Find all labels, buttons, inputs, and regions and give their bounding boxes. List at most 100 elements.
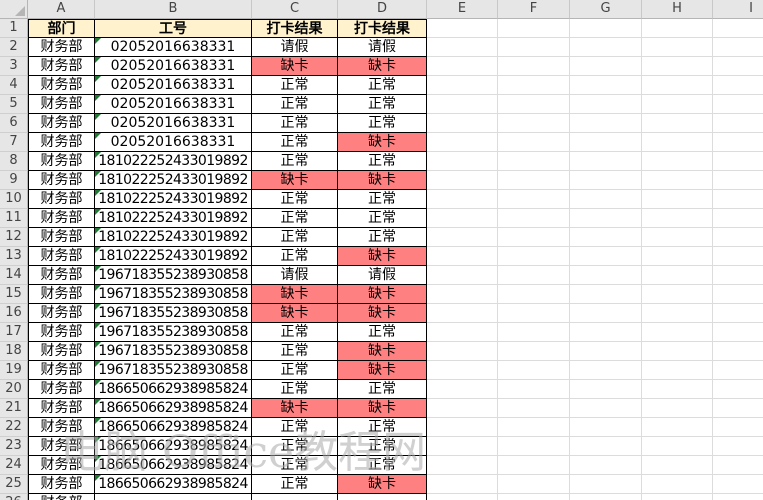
empty-cell[interactable] [498,209,570,228]
punch-result-cell[interactable]: 缺卡 [338,171,427,190]
employee-id-cell[interactable]: 186650662938985824 [95,380,252,399]
empty-cell[interactable] [498,399,570,418]
employee-id-cell[interactable]: 181022252433019892 [95,247,252,266]
punch-result-cell[interactable]: 正常 [338,209,427,228]
employee-id-cell[interactable]: 181022252433019892 [95,152,252,171]
employee-id-cell[interactable]: 181022252433019892 [95,209,252,228]
empty-cell[interactable] [498,285,570,304]
empty-cell[interactable] [570,266,642,285]
empty-cell[interactable] [713,323,763,342]
dept-cell[interactable]: 财务部 [28,304,95,323]
dept-cell[interactable]: 财务部 [28,152,95,171]
row-header-18[interactable]: 18 [0,342,28,361]
punch-result-cell[interactable]: 请假 [338,38,427,57]
empty-cell[interactable] [570,304,642,323]
empty-cell[interactable] [713,266,763,285]
empty-cell[interactable] [427,323,498,342]
empty-cell[interactable] [713,114,763,133]
empty-cell[interactable] [570,380,642,399]
empty-cell[interactable] [570,418,642,437]
employee-id-cell[interactable]: 02052016638331 [95,76,252,95]
row-header-11[interactable]: 11 [0,209,28,228]
empty-cell[interactable] [498,114,570,133]
row-header-12[interactable]: 12 [0,228,28,247]
select-all-button[interactable] [0,0,28,19]
employee-id-cell[interactable]: 181022252433019892 [95,228,252,247]
empty-cell[interactable] [427,494,498,500]
empty-cell[interactable] [570,285,642,304]
column-header-d[interactable]: D [338,0,427,19]
empty-cell[interactable] [642,266,713,285]
empty-cell[interactable] [427,475,498,494]
punch-result-cell[interactable]: 正常 [338,95,427,114]
empty-cell[interactable] [498,190,570,209]
empty-cell[interactable] [642,152,713,171]
empty-cell[interactable] [498,323,570,342]
punch-result-cell[interactable]: 正常 [338,190,427,209]
empty-cell[interactable] [642,19,713,38]
empty-cell[interactable] [427,247,498,266]
empty-cell[interactable] [498,247,570,266]
empty-cell[interactable] [713,228,763,247]
dept-cell[interactable]: 财务部 [28,399,95,418]
empty-cell[interactable] [642,190,713,209]
punch-result-cell[interactable]: 正常 [252,152,338,171]
punch-result-cell[interactable]: 正常 [252,209,338,228]
row-header-20[interactable]: 20 [0,380,28,399]
empty-cell[interactable] [570,247,642,266]
row-header-8[interactable]: 8 [0,152,28,171]
empty-cell[interactable] [713,133,763,152]
empty-cell[interactable] [642,323,713,342]
empty-cell[interactable] [498,171,570,190]
column-header-e[interactable]: E [427,0,498,19]
row-header-24[interactable]: 24 [0,456,28,475]
empty-cell[interactable] [427,76,498,95]
empty-cell[interactable] [498,152,570,171]
empty-cell[interactable] [713,399,763,418]
empty-cell[interactable] [570,57,642,76]
empty-cell[interactable] [498,76,570,95]
punch-result-cell[interactable]: 缺卡 [338,342,427,361]
punch-result-cell[interactable]: 正常 [252,95,338,114]
employee-id-cell[interactable]: 02052016638331 [95,95,252,114]
row-header-26[interactable]: 26 [0,494,28,500]
empty-cell[interactable] [713,285,763,304]
empty-cell[interactable] [498,437,570,456]
empty-cell[interactable] [498,342,570,361]
empty-cell[interactable] [570,475,642,494]
dept-cell[interactable]: 财务部 [28,76,95,95]
dept-cell[interactable]: 财务部 [28,190,95,209]
empty-cell[interactable] [498,57,570,76]
empty-cell[interactable] [498,494,570,500]
empty-cell[interactable] [713,247,763,266]
empty-cell[interactable] [570,114,642,133]
punch-result-cell[interactable]: 正常 [338,228,427,247]
punch-result-cell[interactable]: 正常 [252,76,338,95]
employee-id-cell[interactable]: 196718355238930858 [95,342,252,361]
empty-cell[interactable] [642,456,713,475]
empty-cell[interactable] [642,475,713,494]
empty-cell[interactable] [642,76,713,95]
empty-cell[interactable] [713,19,763,38]
empty-cell[interactable] [427,380,498,399]
empty-cell[interactable] [498,266,570,285]
empty-cell[interactable] [713,57,763,76]
header-cell-a[interactable]: 部门 [28,19,95,38]
dept-cell[interactable]: 财务部 [28,494,95,500]
empty-cell[interactable] [427,190,498,209]
header-cell-c[interactable]: 打卡结果 [252,19,338,38]
empty-cell[interactable] [570,456,642,475]
punch-result-cell[interactable]: 请假 [338,266,427,285]
employee-id-cell[interactable]: 196718355238930858 [95,304,252,323]
row-header-21[interactable]: 21 [0,399,28,418]
column-header-f[interactable]: F [498,0,570,19]
dept-cell[interactable]: 财务部 [28,38,95,57]
empty-cell[interactable] [498,418,570,437]
empty-cell[interactable] [498,361,570,380]
dept-cell[interactable]: 财务部 [28,342,95,361]
empty-cell[interactable] [427,114,498,133]
empty-cell[interactable] [427,266,498,285]
empty-cell[interactable] [427,437,498,456]
empty-cell[interactable] [498,38,570,57]
punch-result-cell[interactable]: 缺卡 [252,304,338,323]
